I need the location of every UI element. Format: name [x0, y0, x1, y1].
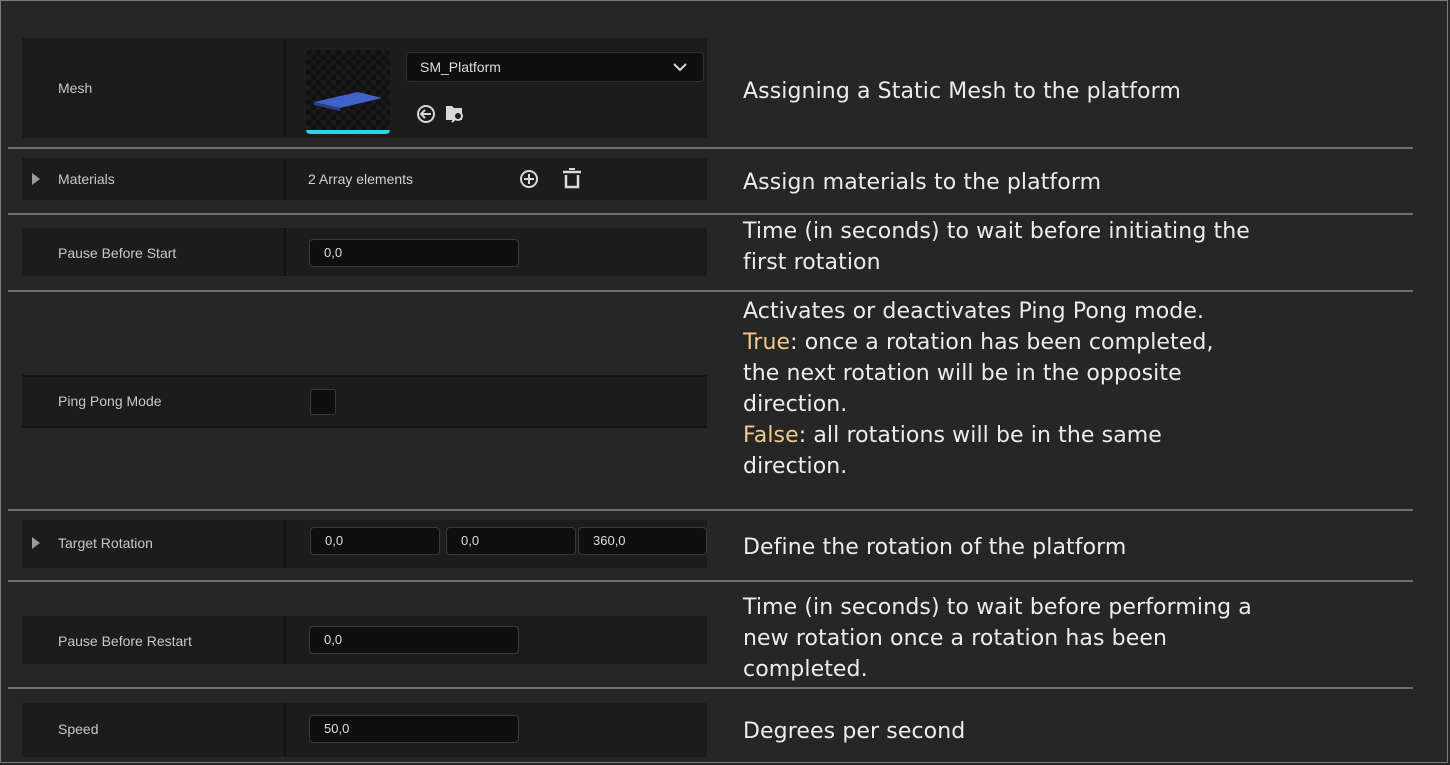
pause-before-start-row: Pause Before Start 0,0: [22, 228, 707, 276]
asset-name: SM_Platform: [420, 59, 501, 75]
speed-label: Speed: [58, 721, 99, 737]
mesh-description: Assigning a Static Mesh to the platform: [743, 79, 1181, 104]
pause-before-restart-label: Pause Before Restart: [58, 633, 192, 649]
row-separator: [8, 687, 1413, 689]
platform-preview-icon: [314, 92, 382, 111]
use-selected-icon[interactable]: [416, 104, 436, 124]
target-rotation-label: Target Rotation: [58, 535, 153, 551]
pause-before-restart-input[interactable]: 0,0: [309, 626, 519, 654]
expand-arrow-icon[interactable]: [32, 173, 40, 185]
row-separator: [8, 290, 1413, 292]
mesh-label: Mesh: [58, 80, 93, 96]
delete-all-icon[interactable]: [562, 167, 582, 189]
row-separator: [8, 580, 1413, 582]
rotation-x-input[interactable]: 0,0: [310, 527, 440, 555]
browse-asset-icon[interactable]: [444, 102, 466, 124]
pause-before-restart-description: Time (in seconds) to wait before perform…: [743, 595, 1252, 682]
materials-count: 2 Array elements: [308, 171, 414, 187]
speed-row: Speed 50,0: [22, 703, 707, 757]
ping-pong-label: Ping Pong Mode: [58, 393, 162, 409]
ping-pong-checkbox[interactable]: [310, 389, 336, 415]
materials-description: Assign materials to the platform: [743, 170, 1102, 195]
chevron-down-icon[interactable]: [673, 62, 687, 72]
ping-pong-row: Ping Pong Mode: [22, 293, 707, 508]
materials-label: Materials: [58, 171, 115, 187]
row-separator: [8, 509, 1413, 511]
add-element-icon[interactable]: [519, 169, 539, 189]
expand-arrow-icon[interactable]: [32, 537, 40, 549]
thumbnail-accent-bar: [306, 130, 390, 134]
row-separator: [8, 147, 1413, 149]
target-rotation-row: Target Rotation 0,0 0,0 360,0: [22, 520, 707, 568]
false-keyword: False: [743, 423, 799, 448]
mesh-row: Mesh SM_Platform: [22, 38, 707, 138]
row-separator: [8, 213, 1413, 215]
pause-before-start-description: Time (in seconds) to wait before initiat…: [743, 219, 1250, 275]
speed-description: Degrees per second: [743, 719, 966, 744]
pause-before-restart-row: Pause Before Restart 0,0: [22, 616, 707, 664]
speed-input[interactable]: 50,0: [309, 715, 519, 743]
ping-pong-description: Activates or deactivates Ping Pong mode.…: [743, 299, 1214, 479]
pause-before-start-input[interactable]: 0,0: [309, 239, 519, 267]
target-rotation-description: Define the rotation of the platform: [743, 535, 1127, 560]
rotation-y-input[interactable]: 0,0: [446, 527, 576, 555]
asset-combo[interactable]: SM_Platform: [406, 52, 704, 82]
mesh-thumbnail[interactable]: [306, 50, 390, 134]
true-keyword: True: [743, 330, 791, 355]
pause-before-start-label: Pause Before Start: [58, 245, 177, 261]
materials-row: Materials 2 Array elements: [22, 158, 707, 200]
rotation-z-input[interactable]: 360,0: [578, 527, 707, 555]
